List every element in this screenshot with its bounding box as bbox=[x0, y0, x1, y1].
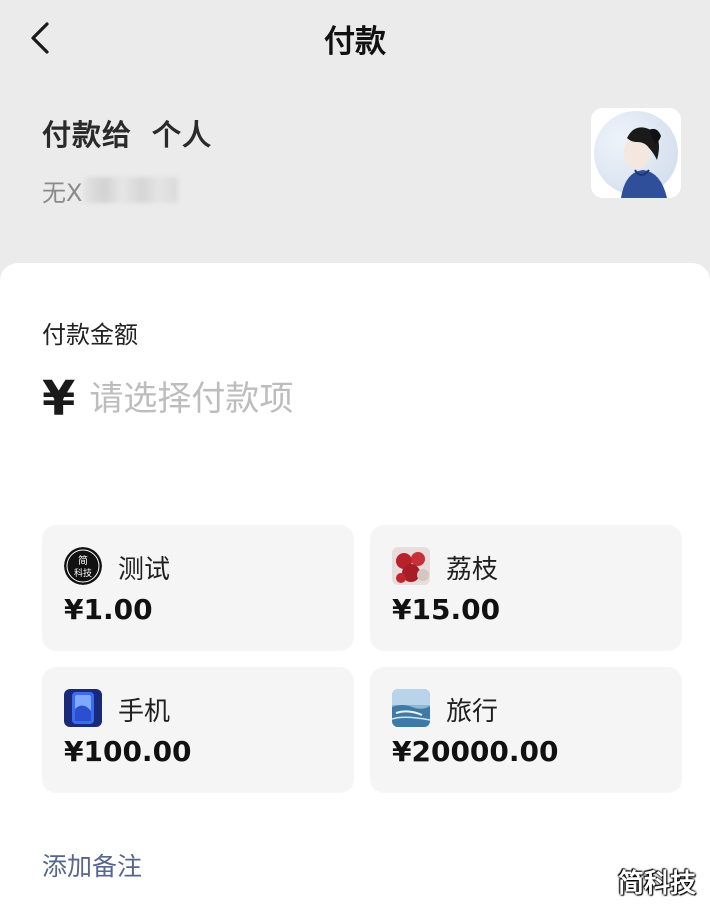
payee-avatar bbox=[591, 108, 681, 198]
item-name: 测试 bbox=[118, 555, 171, 585]
logo-thumb-icon: 简 科技 bbox=[64, 547, 102, 585]
amount-row: ¥ bbox=[42, 367, 510, 431]
payment-sheet: 付款金额 ¥ 简 科技 测试 ¥1.00 bbox=[0, 263, 710, 914]
item-name: 旅行 bbox=[446, 697, 499, 727]
travel-thumb-icon bbox=[392, 689, 430, 727]
item-price: ¥15.00 bbox=[392, 593, 501, 626]
add-note-link[interactable]: 添加备注 bbox=[42, 847, 142, 883]
phone-thumb-icon bbox=[64, 689, 102, 727]
item-price: ¥1.00 bbox=[64, 593, 153, 626]
watermark: 简科技 bbox=[617, 869, 696, 899]
logo-text-top: 简 bbox=[78, 554, 88, 567]
payee-prefix: 付款给 bbox=[42, 118, 133, 152]
item-price: ¥20000.00 bbox=[392, 735, 559, 768]
payment-item-phone[interactable]: 手机 ¥100.00 bbox=[42, 667, 354, 793]
payee-info: 付款给 个人 无X bbox=[42, 112, 212, 207]
payee-name-text: 无X bbox=[42, 178, 83, 207]
payee-name-redaction bbox=[84, 177, 179, 203]
payment-item-test[interactable]: 简 科技 测试 ¥1.00 bbox=[42, 525, 354, 651]
page-title: 付款 bbox=[324, 24, 386, 60]
payment-item-lychee[interactable]: 荔枝 ¥15.00 bbox=[370, 525, 682, 651]
amount-input[interactable] bbox=[89, 367, 510, 431]
payee-heading: 付款给 个人 bbox=[42, 112, 212, 154]
item-name: 手机 bbox=[118, 697, 171, 727]
lychee-thumb-icon bbox=[392, 547, 430, 585]
top-bar: 付款 bbox=[0, 0, 710, 76]
amount-label: 付款金额 bbox=[42, 321, 138, 349]
payee-type: 个人 bbox=[152, 118, 213, 152]
item-price: ¥100.00 bbox=[64, 735, 192, 768]
payee-name: 无X bbox=[42, 174, 212, 207]
logo-text-bottom: 科技 bbox=[74, 567, 92, 579]
payment-page: 付款 付款给 个人 无X 付款金额 ¥ 请选择付款项 简 科技 测试 ¥1.00… bbox=[0, 0, 710, 914]
payment-item-travel[interactable]: 旅行 ¥20000.00 bbox=[370, 667, 682, 793]
item-name: 荔枝 bbox=[446, 555, 499, 585]
currency-symbol: ¥ bbox=[42, 371, 76, 427]
